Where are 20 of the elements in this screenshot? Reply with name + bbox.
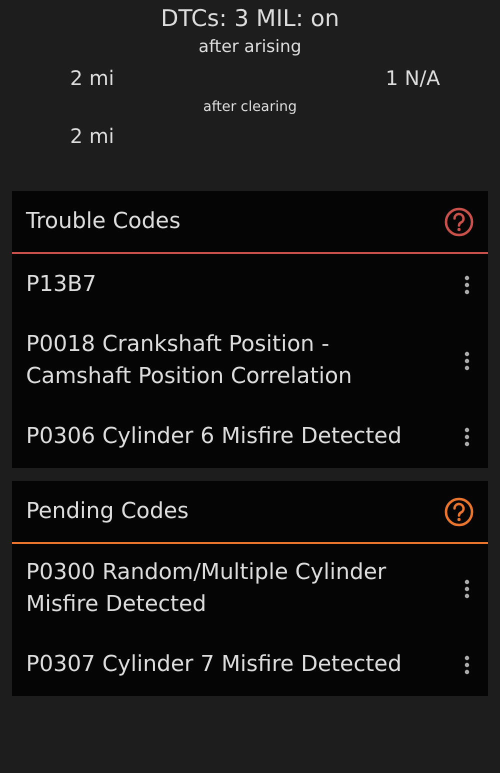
more-icon[interactable] <box>464 579 470 599</box>
more-icon[interactable] <box>464 427 470 447</box>
code-text[interactable]: P0306 Cylinder 6 Misfire Detected <box>26 421 402 453</box>
help-icon[interactable] <box>444 206 474 236</box>
after-clearing-label: after clearing <box>203 98 297 117</box>
more-icon[interactable] <box>464 351 470 371</box>
code-text[interactable]: P0307 Cylinder 7 Misfire Detected <box>26 649 402 681</box>
code-text[interactable]: P0018 Crankshaft Position - Camshaft Position Correlation <box>26 329 426 393</box>
dtc-status: DTCs: 3 MIL: on <box>160 5 340 34</box>
section-title: Pending Codes <box>26 499 189 524</box>
code-text[interactable]: P13B7 <box>26 269 96 301</box>
distance-value: 2 mi <box>69 123 114 150</box>
code-text[interactable]: P0300 Random/Multiple Cylinder Misfire Detected <box>26 557 426 621</box>
help-icon[interactable] <box>444 496 474 526</box>
distance-value: 2 mi <box>70 65 114 92</box>
count-value: 1 N/A <box>386 65 440 92</box>
after-arising-label: after arising <box>198 36 302 59</box>
more-icon[interactable] <box>464 655 470 675</box>
section-title: Trouble Codes <box>26 209 181 234</box>
more-icon[interactable] <box>464 275 470 295</box>
